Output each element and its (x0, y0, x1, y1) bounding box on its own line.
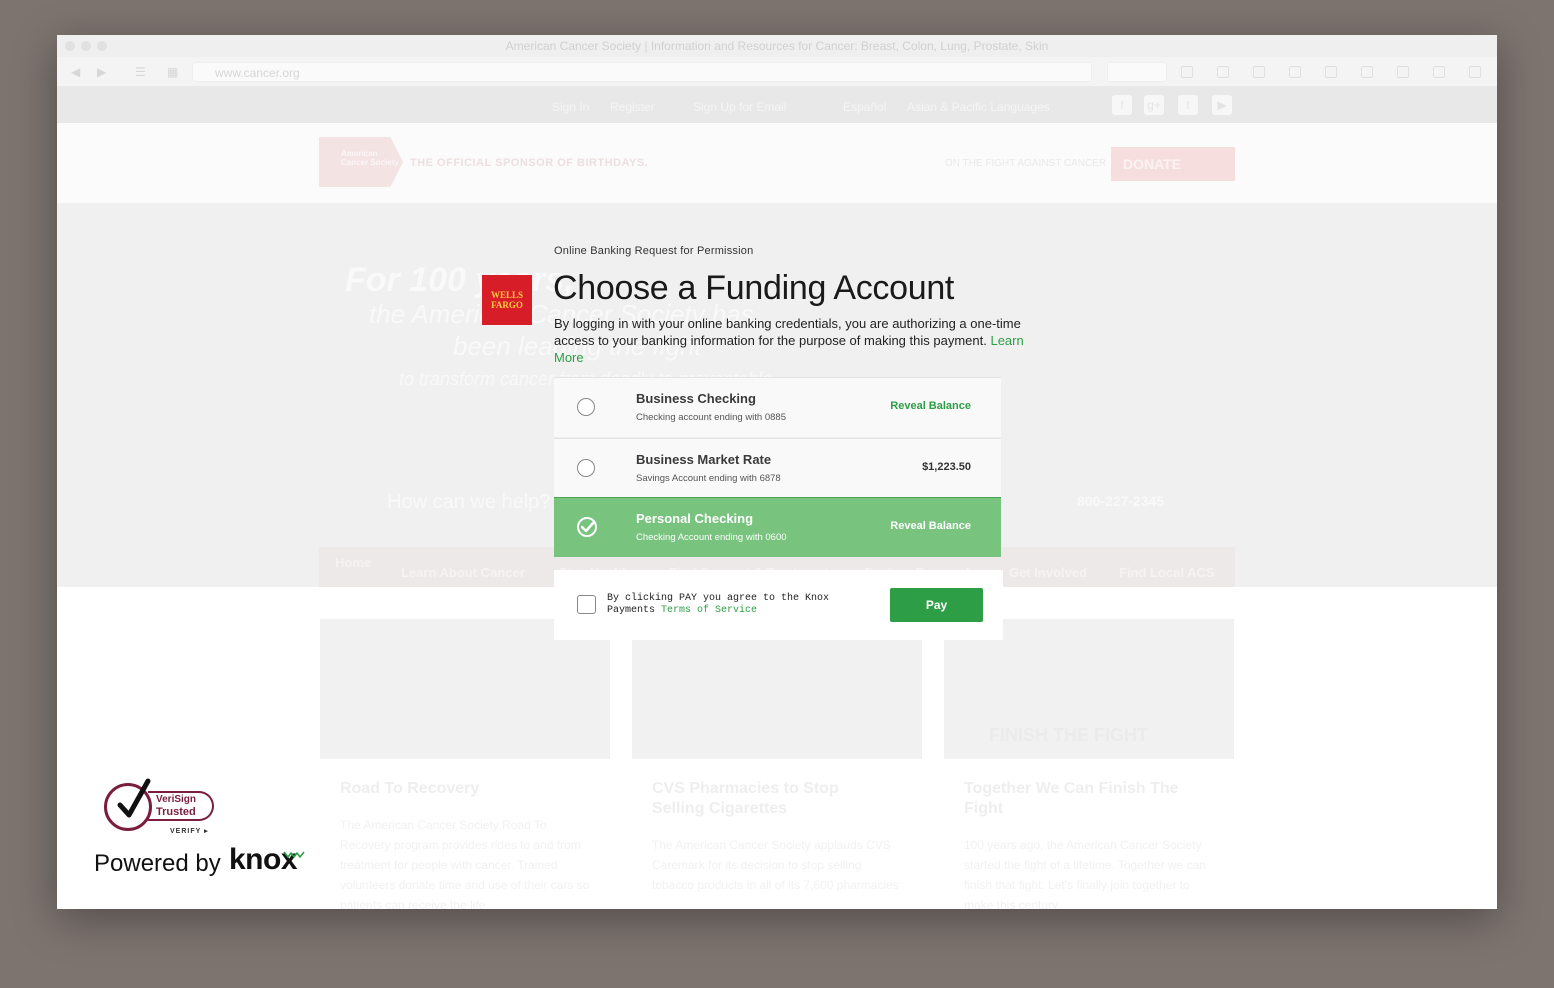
pay-panel: By clicking PAY you agree to the Knox Pa… (554, 570, 1003, 640)
account-option-personal-checking[interactable]: Personal Checking Checking Account endin… (554, 497, 1001, 557)
selected-check-icon[interactable] (576, 516, 598, 538)
account-detail: Checking Account ending with 0600 (636, 532, 787, 543)
bank-logo-line: FARGO (491, 300, 523, 310)
account-balance: $1,223.50 (922, 461, 971, 473)
modal-kicker: Online Banking Request for Permission (554, 245, 754, 257)
powered-by-label: Powered by (94, 850, 221, 877)
reveal-balance-link[interactable]: Reveal Balance (890, 400, 971, 412)
account-name: Personal Checking (636, 511, 754, 526)
account-option-business-checking[interactable]: Business Checking Checking account endin… (554, 377, 1001, 437)
badge-verify-text: VERIFY ▸ (170, 828, 209, 835)
verisign-trusted-badge[interactable]: VeriSign Trusted VERIFY ▸ (104, 775, 224, 837)
badge-text: VeriSign (156, 794, 197, 805)
account-name: Business Market Rate (636, 452, 772, 467)
knox-logo: knox (229, 843, 298, 876)
badge-text: Trusted (156, 806, 196, 818)
description-text: By logging in with your online banking c… (554, 316, 1021, 348)
bank-logo-line: WELLS (490, 290, 523, 300)
terms-of-service-link[interactable]: Terms of Service (661, 605, 757, 616)
account-detail: Savings Account ending with 6878 (636, 473, 781, 484)
terms-checkbox[interactable] (577, 595, 596, 614)
terms-text: By clicking PAY you agree to the Knox Pa… (607, 593, 847, 617)
checkmark-icon (117, 778, 151, 818)
wells-fargo-logo: WELLS FARGO (482, 275, 532, 325)
knox-crown-icon (283, 851, 305, 858)
account-name: Business Checking (636, 391, 756, 406)
reveal-balance-link[interactable]: Reveal Balance (890, 520, 971, 532)
account-detail: Checking account ending with 0885 (636, 412, 786, 423)
pay-button[interactable]: Pay (890, 588, 983, 622)
radio-button[interactable] (577, 459, 595, 477)
radio-button[interactable] (577, 398, 595, 416)
modal-description: By logging in with your online banking c… (554, 315, 1024, 366)
modal-title: Choose a Funding Account (553, 269, 955, 307)
browser-window: American Cancer Society | Information an… (57, 35, 1497, 909)
account-option-business-market-rate[interactable]: Business Market Rate Savings Account end… (554, 438, 1001, 498)
